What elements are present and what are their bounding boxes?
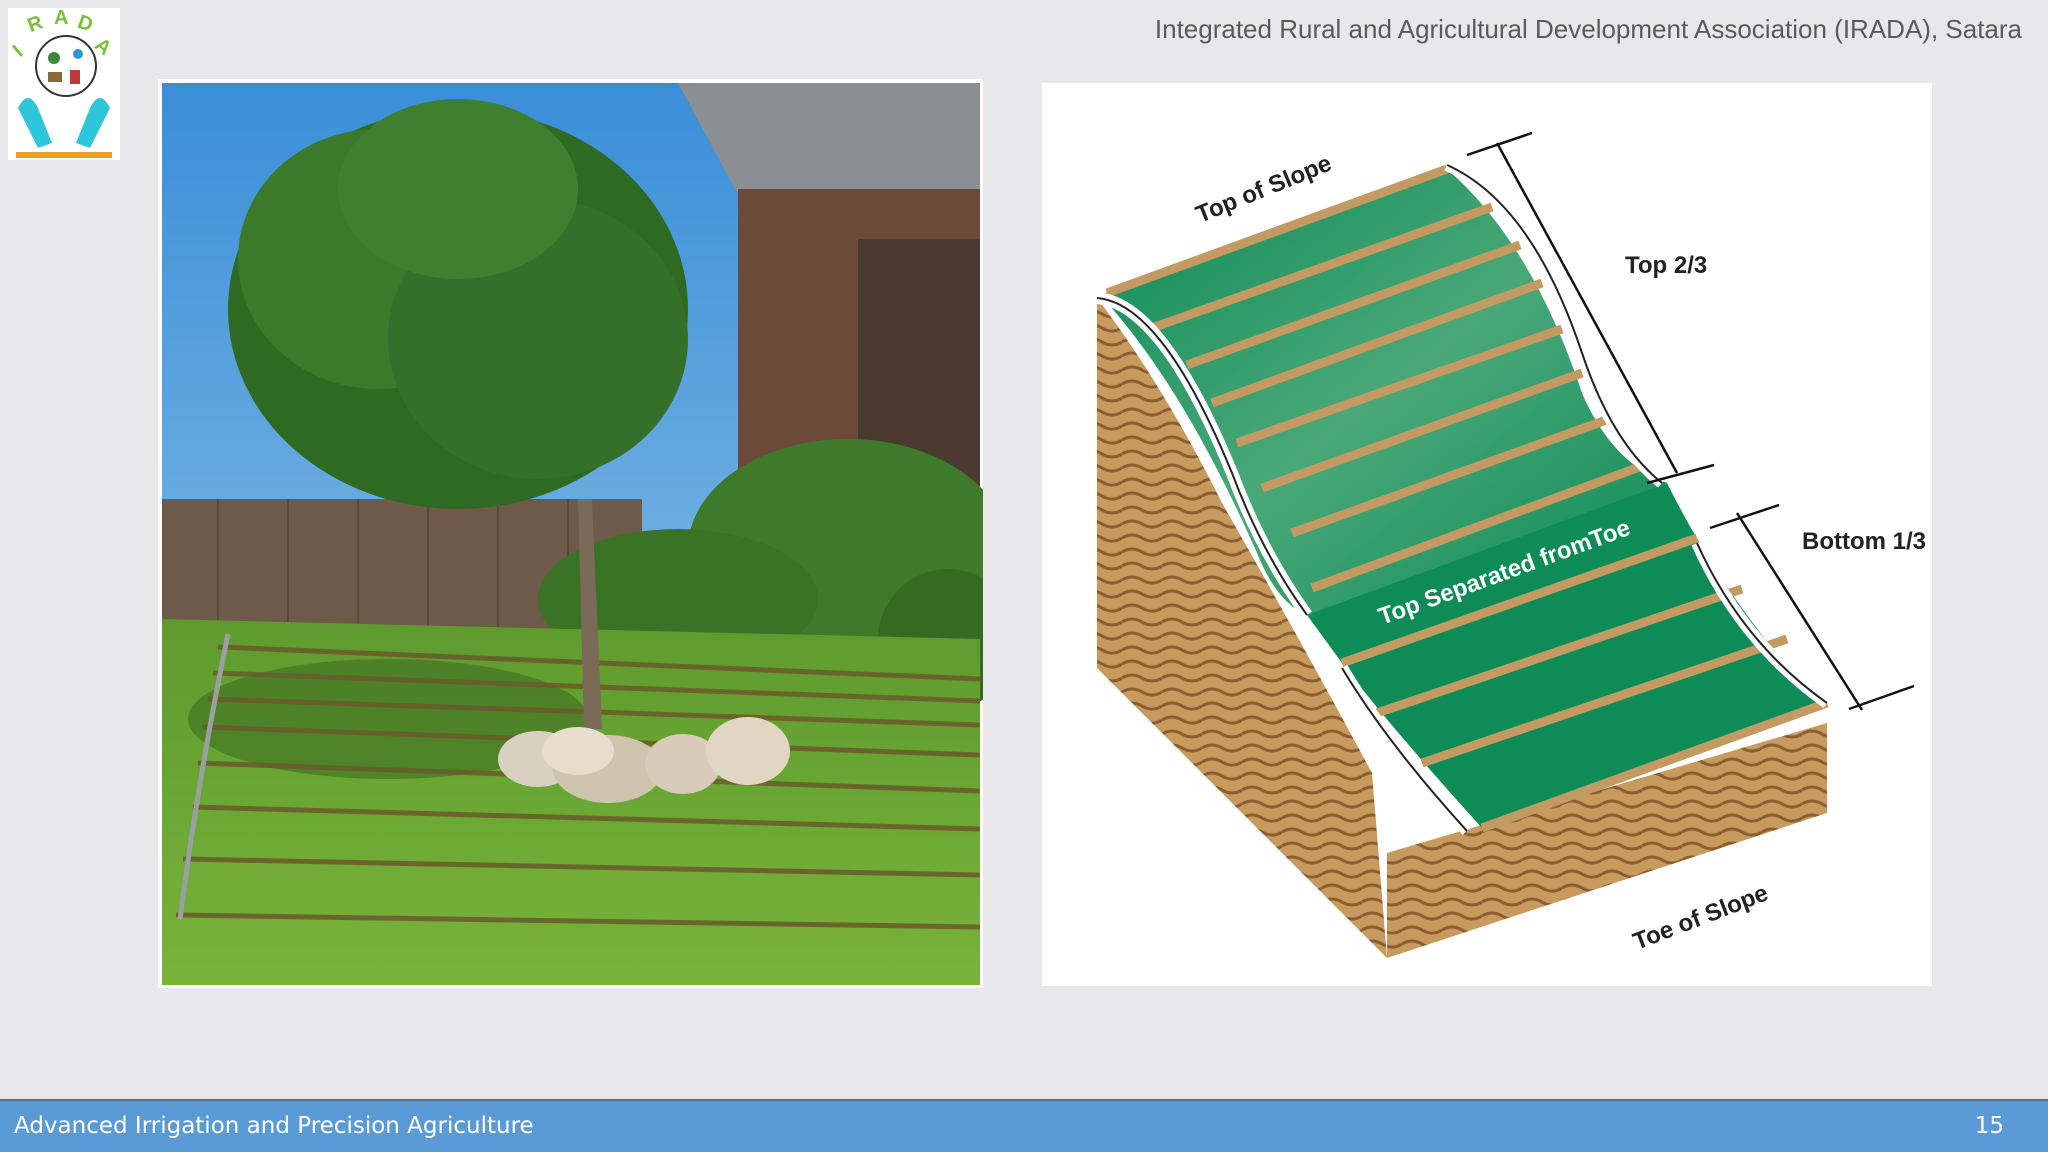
- terraced-lawn-photo: [158, 79, 1018, 988]
- footer-title: Advanced Irrigation and Precision Agricu…: [14, 1113, 534, 1139]
- top-two-thirds-label: Top 2/3: [1625, 252, 1707, 279]
- bottom-one-third-label: Bottom 1/3: [1802, 528, 1926, 555]
- page-number: 15: [1974, 1113, 2004, 1139]
- irada-logo: I R A D A: [8, 7, 120, 160]
- svg-text:I: I: [9, 41, 27, 61]
- footer-bar: Advanced Irrigation and Precision Agricu…: [0, 1099, 2048, 1152]
- toe-of-slope-label: Toe of Slope: [1629, 879, 1771, 955]
- svg-text:R: R: [25, 11, 47, 37]
- organization-header: Integrated Rural and Agricultural Develo…: [1154, 14, 2022, 44]
- svg-text:A: A: [54, 8, 68, 29]
- slope-diagram: Top of Slope Top 2/3 Bottom 1/3 Top Sepa…: [1042, 83, 1932, 986]
- svg-text:D: D: [75, 11, 96, 37]
